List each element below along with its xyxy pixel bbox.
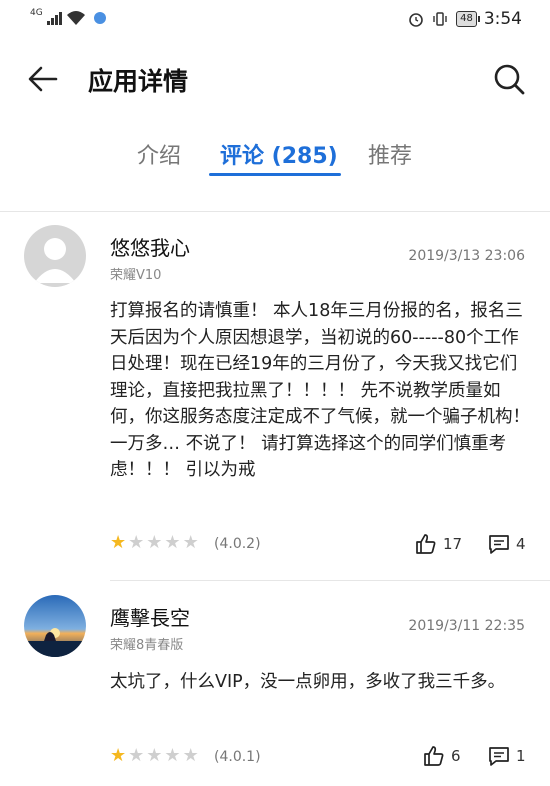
comment-icon [489, 535, 509, 554]
tab-recommend[interactable]: 推荐 [368, 138, 412, 170]
status-bar: 4G 48 3:54 [0, 0, 550, 40]
tab-bar: 介绍 评论 (285) 推荐 [0, 132, 550, 182]
search-icon[interactable] [492, 62, 526, 96]
avatar[interactable] [24, 595, 86, 657]
reply-button[interactable]: 4 [488, 533, 526, 555]
alarm-icon [409, 13, 423, 27]
star-icon: ★ [128, 532, 145, 553]
like-button[interactable]: 6 [423, 745, 461, 767]
status-right: 48 3:54 [408, 9, 522, 29]
sunset-avatar-image [24, 595, 86, 657]
star-icon: ★ [146, 745, 163, 766]
like-button[interactable]: 17 [415, 533, 462, 555]
review-item: 鹰擊長空 荣耀8青春版 2019/3/11 22:35 太坑了，什么VIP，没一… [0, 582, 550, 786]
reviewer-name: 鹰擊長空 [110, 606, 190, 630]
back-arrow-icon[interactable] [26, 62, 60, 96]
star-icon: ★ [110, 532, 127, 553]
like-count: 17 [443, 535, 463, 553]
thumbs-up-icon [424, 746, 444, 766]
review-item: 悠悠我心 荣耀V10 2019/3/13 23:06 打算报名的请慎重！ 本人1… [0, 212, 550, 582]
app-bar: 应用详情 [0, 48, 550, 112]
star-rating: ★ ★ ★ ★ ★ [110, 745, 199, 766]
reply-button[interactable]: 1 [488, 745, 526, 767]
reviewer-name: 悠悠我心 [110, 236, 190, 260]
star-rating: ★ ★ ★ ★ ★ [110, 532, 199, 553]
thumbs-up-icon [416, 534, 436, 554]
star-icon: ★ [182, 532, 199, 553]
comment-count: 1 [516, 747, 526, 765]
tab-reviews[interactable]: 评论 (285) [220, 138, 338, 170]
status-left: 4G [30, 8, 106, 26]
comment-icon [489, 747, 509, 766]
review-date: 2019/3/13 23:06 [408, 248, 525, 264]
clock: 3:54 [483, 9, 522, 29]
star-icon: ★ [128, 745, 145, 766]
review-date: 2019/3/11 22:35 [408, 618, 525, 634]
app-version: (4.0.2) [214, 536, 261, 552]
review-text: 太坑了，什么VIP，没一点卵用，多收了我三千多。 [110, 672, 506, 692]
review-text: 打算报名的请慎重！ 本人18年三月份报的名，报名三天后因为个人原因想退学，当初说… [110, 301, 530, 480]
star-icon: ★ [146, 532, 163, 553]
battery-indicator: 48 [456, 11, 480, 27]
star-icon: ★ [164, 532, 181, 553]
reviewer-device: 荣耀V10 [110, 268, 162, 283]
vibrate-icon [433, 12, 447, 26]
app-version: (4.0.1) [214, 749, 261, 765]
network-type: 4G [30, 8, 43, 18]
signal-icon [46, 11, 62, 25]
tab-intro[interactable]: 介绍 [137, 138, 181, 170]
like-count: 6 [451, 747, 461, 765]
active-tab-indicator [209, 173, 341, 176]
wifi-icon [66, 11, 85, 25]
star-icon: ★ [182, 745, 199, 766]
default-avatar-icon [34, 238, 76, 283]
reviewer-device: 荣耀8青春版 [110, 638, 184, 653]
avatar[interactable] [24, 225, 86, 287]
app-notification-icon [93, 12, 106, 24]
star-icon: ★ [110, 745, 127, 766]
star-icon: ★ [164, 745, 181, 766]
comment-count: 4 [516, 535, 526, 553]
review-divider [110, 580, 550, 581]
page-title: 应用详情 [88, 67, 189, 96]
